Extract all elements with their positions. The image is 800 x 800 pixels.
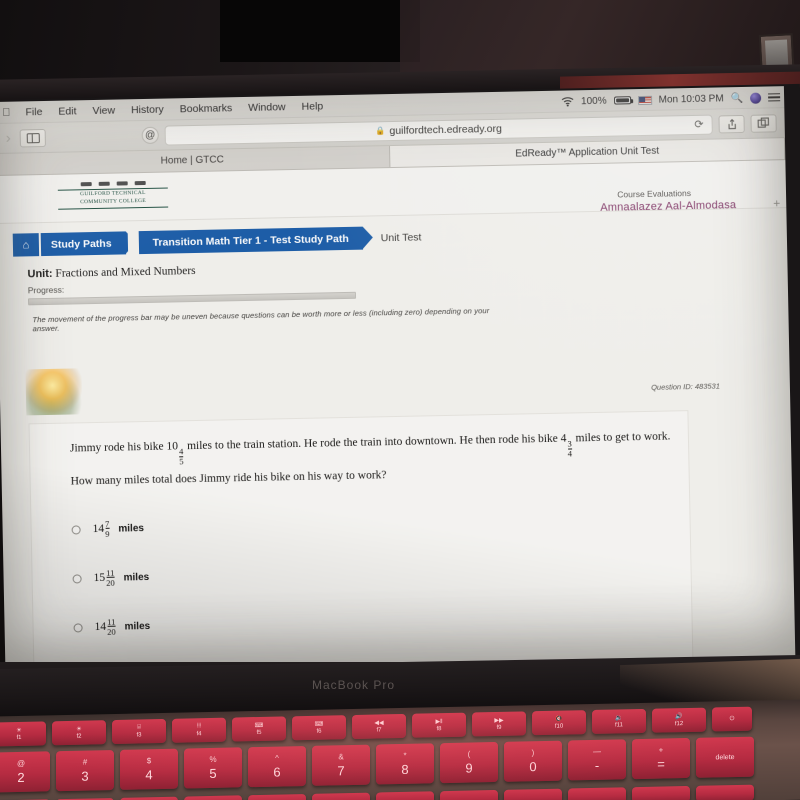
menu-edit[interactable]: Edit <box>50 105 84 118</box>
menu-history[interactable]: History <box>123 103 172 116</box>
lock-icon: 🔒 <box>375 126 386 136</box>
key-f9[interactable]: ▶▶ f9 <box>472 711 526 737</box>
forward-button[interactable]: › <box>3 130 14 147</box>
menu-file[interactable]: File <box>17 105 50 118</box>
key-f2[interactable]: ☀ f2 <box>52 720 106 746</box>
question-line1-part3: miles to get to work. <box>575 430 671 445</box>
key-7[interactable]: & 7 <box>312 744 370 786</box>
key-row3-6[interactable] <box>312 792 370 800</box>
answer-value-2: 15 11 20 miles <box>93 567 150 588</box>
battery-icon[interactable] <box>613 96 631 105</box>
answer-value-3: 14 11 20 miles <box>94 616 151 637</box>
breadcrumb-study-path[interactable]: Transition Math Tier 1 - Test Study Path <box>138 226 363 255</box>
key-2[interactable]: @2 <box>0 751 50 793</box>
key-row3-11[interactable] <box>632 785 690 800</box>
battery-percent-label: 100% <box>580 95 607 107</box>
apple-menu-icon[interactable]:  <box>0 106 18 118</box>
wifi-icon[interactable] <box>561 96 574 107</box>
control-center-icon[interactable] <box>768 92 781 102</box>
url-text: guilfordtech.edready.org <box>389 122 503 137</box>
gtcc-logo[interactable]: GUILFORD TECHNICAL COMMUNITY COLLEGE <box>57 180 169 210</box>
key-4[interactable]: $4 <box>120 748 178 790</box>
gtcc-logo-mark <box>58 180 168 187</box>
reader-view-button[interactable]: @ <box>141 126 159 145</box>
key-f8[interactable]: ▶‖ f8 <box>412 712 466 738</box>
gtcc-logo-line2: COMMUNITY COLLEGE <box>80 197 147 206</box>
key-row3-10[interactable] <box>568 787 626 800</box>
key-f11[interactable]: 🔉 f11 <box>592 708 646 734</box>
question-text: Jimmy rode his bike 10 4 5 miles to the tr… <box>30 411 689 494</box>
menu-view[interactable]: View <box>84 104 123 117</box>
address-bar[interactable]: 🔒 guilfordtech.edready.org ⟳ <box>164 114 713 146</box>
key-row3-5[interactable] <box>248 793 306 800</box>
key-delete[interactable]: delete <box>696 736 754 778</box>
key-f1[interactable]: ☀ f1 <box>0 721 46 747</box>
key-f6[interactable]: ⌨ f6 <box>292 715 346 741</box>
question-line1-part2: miles to the train station. He rode the … <box>186 432 558 453</box>
progress-note: The movement of the progress bar may be … <box>32 306 490 334</box>
key-f12[interactable]: 🔊 f12 <box>652 707 706 733</box>
key-5[interactable]: % 5 <box>184 747 242 789</box>
question-line1-part1: Jimmy rode his bike <box>69 440 164 455</box>
key-f10[interactable]: 🔇 f10 <box>532 710 586 736</box>
key-equals[interactable]: + = <box>632 737 690 780</box>
reload-icon[interactable]: ⟳ <box>694 118 703 131</box>
siri-icon[interactable] <box>749 92 762 104</box>
key-power[interactable]: ⏻ <box>712 706 752 732</box>
key-9[interactable]: (9 <box>440 741 498 784</box>
answer-choices: 14 7 9 miles 15 11 20 miles 14 11 20 mil… <box>31 493 693 672</box>
key-f4[interactable]: ⦙⦙⦙ f4 <box>172 717 226 743</box>
breadcrumb-study-paths[interactable]: Study Paths <box>40 231 126 257</box>
question-line2: How many miles total does Jimmy ride his… <box>70 468 387 488</box>
key-row3-7[interactable] <box>376 791 434 800</box>
menu-help[interactable]: Help <box>293 100 331 113</box>
key-8[interactable]: * 8 <box>376 743 434 785</box>
share-button[interactable] <box>718 114 745 133</box>
question-id-label: Question ID: 483531 <box>651 381 720 392</box>
key-row3-12[interactable] <box>696 784 754 800</box>
answer-value-1: 14 7 9 miles <box>92 518 145 539</box>
key-row3-9[interactable] <box>504 788 562 800</box>
unit-name: Fractions and Mixed Numbers <box>55 264 196 280</box>
sidebar-toggle-button[interactable] <box>19 128 46 147</box>
breadcrumb-current: Unit Test <box>380 230 422 244</box>
radio-button-3[interactable] <box>73 623 83 633</box>
course-evaluations-link[interactable]: Course Evaluations <box>617 188 691 199</box>
menu-bar-clock[interactable]: Mon 10:03 PM <box>659 93 724 105</box>
screen-content:  File Edit View History Bookmarks Windo… <box>0 86 796 672</box>
tab-overview-button[interactable] <box>750 113 777 133</box>
question-card: Jimmy rode his bike 10 4 5 miles to the tr… <box>28 410 694 672</box>
search-icon[interactable]: 🔍 <box>731 92 744 103</box>
keyboard: ☀ f1 ☀ f2 ⌸ f3 ⦙⦙⦙ f4 ⌨ f5 ⌨ f6 ◀◀ f7 ▶‖ f8 ▶▶ f9… <box>0 699 800 800</box>
laptop-screen:  File Edit View History Bookmarks Windo… <box>0 83 800 680</box>
radio-button-1[interactable] <box>71 525 81 535</box>
radio-button-2[interactable] <box>72 574 82 584</box>
question-mixed-number-2: 434 <box>560 432 573 459</box>
key-3[interactable]: #3 <box>56 750 114 792</box>
key-6[interactable]: ^ 6 <box>248 745 306 788</box>
key-f5[interactable]: ⌨ f5 <box>232 716 286 742</box>
room-dark-area <box>220 0 420 62</box>
sidebar-icon <box>26 132 40 143</box>
key-f7[interactable]: ◀◀ f7 <box>352 713 406 740</box>
toolbar-right-buttons <box>718 113 777 133</box>
menu-bookmarks[interactable]: Bookmarks <box>172 102 241 115</box>
key-0[interactable]: ) 0 <box>504 740 562 782</box>
us-flag-icon[interactable] <box>637 95 652 105</box>
menu-window[interactable]: Window <box>240 100 294 114</box>
edready-app: ⌂ Study Paths Transition Math Tier 1 - T… <box>0 208 796 672</box>
macbook-pro-label: MacBook Pro <box>312 678 396 692</box>
home-icon[interactable]: ⌂ <box>12 233 40 257</box>
unit-label: Unit: <box>27 267 53 281</box>
key-f3[interactable]: ⌸ f3 <box>112 718 166 745</box>
key-minus[interactable]: — - <box>568 739 626 781</box>
key-row3-8[interactable] <box>440 789 498 800</box>
photo-scene:  File Edit View History Bookmarks Windo… <box>0 0 800 800</box>
key-row3-4[interactable] <box>184 795 242 800</box>
question-mixed-number-1: 10 4 5 <box>166 440 184 467</box>
